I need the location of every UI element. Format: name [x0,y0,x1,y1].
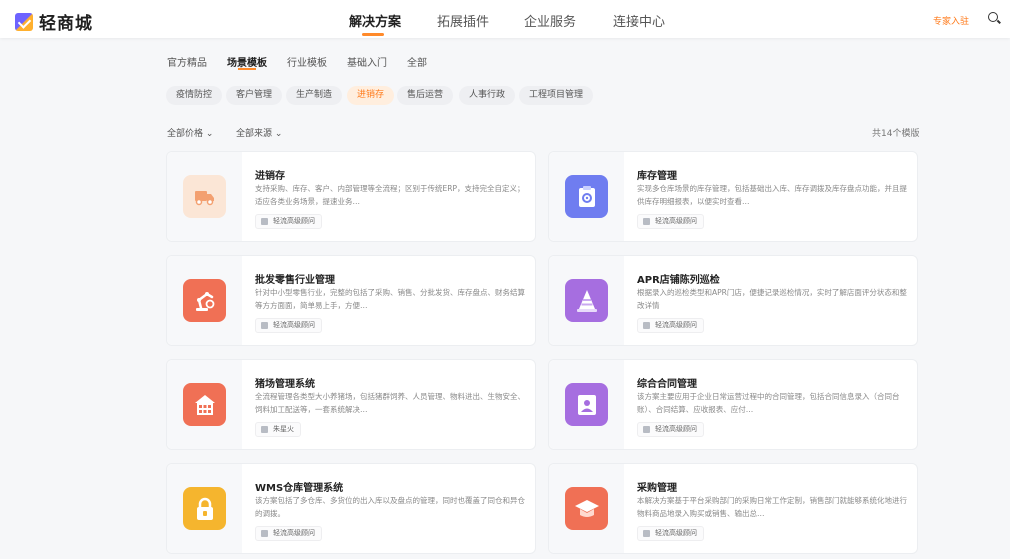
card-description: 支持采购、库存、客户、内部管理等全流程；区别于传统ERP，支持完全自定义；适应各… [255,184,525,206]
nav-plugins[interactable]: 拓展插件 [437,11,489,30]
nav-enterprise-services[interactable]: 企业服务 [524,11,576,30]
author-tag: 朱星火 [255,422,301,437]
tab-all[interactable]: 全部 [407,54,427,69]
chevron-down-icon: ⌄ [274,129,283,139]
card-icon-area [167,464,242,553]
author-tag: 轻流高级顾问 [255,526,322,541]
card-icon-area [167,360,242,449]
card-description: 该方案主要应用于企业日常运营过程中的合同管理，包括合同信息录入（合同台账）、合同… [637,392,900,414]
author-tag: 轻流高级顾问 [637,526,704,541]
tab-industry-templates[interactable]: 行业模板 [287,54,327,69]
card-title: WMS仓库管理系统 [255,483,344,494]
template-card[interactable]: 猪场管理系统 全流程管理各类型大小养猪场，包括猪群饲养、人员管理、物料进出、生物… [166,359,536,450]
building-icon [261,530,268,537]
building-icon [261,322,268,329]
chip-customer[interactable]: 客户管理 [226,86,283,105]
author-tag: 轻流高级顾问 [255,214,322,229]
template-card[interactable]: 进销存 支持采购、库存、客户、内部管理等全流程；区别于传统ERP，支持完全自定义… [166,151,536,242]
building-icon [261,218,268,225]
template-card[interactable]: 库存管理 实现多仓库场景的库存管理，包括基础出入库、库存调拨及库存盘点功能，并且… [548,151,918,242]
building-icon [643,218,650,225]
clipboard-icon [565,175,608,218]
author-name: 轻流高级顾问 [273,321,315,329]
card-title: 采购管理 [637,483,677,494]
card-icon-area [549,256,624,345]
template-card[interactable]: 批发零售行业管理 针对中小型零售行业，完整的包括了采购、销售、分批发货、库存盘点… [166,255,536,346]
template-card[interactable]: WMS仓库管理系统 该方案包括了多仓库、多货位的出入库以及盘点的管理，同时也覆盖… [166,463,536,554]
template-card[interactable]: 采购管理 本解决方案基于平台采购部门的采购日常工作定制，销售部门就能够系统化地进… [548,463,918,554]
template-count: 共14个模版 [872,129,920,139]
price-filter-dropdown[interactable]: 全部价格 ⌄ [167,126,213,139]
barn-icon [183,383,226,426]
author-name: 轻流高级顾问 [655,217,697,225]
author-name: 轻流高级顾问 [655,321,697,329]
tab-official[interactable]: 官方精品 [167,54,207,69]
card-title: 批发零售行业管理 [255,275,335,286]
chip-hr[interactable]: 人事行政 [459,86,516,105]
card-description: 该方案包括了多仓库、多货位的出入库以及盘点的管理，同时也覆盖了同仓和异仓的调拨。 [255,496,525,518]
expert-join-link[interactable]: 专家入驻 [933,14,969,27]
chip-epidemic[interactable]: 疫情防控 [166,86,223,105]
contract-icon [565,383,608,426]
search-icon[interactable] [988,12,1000,24]
chip-engineering[interactable]: 工程项目管理 [519,86,594,105]
card-title: APR店铺陈列巡检 [637,275,720,286]
card-title: 综合合同管理 [637,379,697,390]
card-title: 库存管理 [637,171,677,182]
card-icon-area [167,152,242,241]
chip-manufacturing[interactable]: 生产制造 [286,86,343,105]
robot-arm-icon [183,279,226,322]
template-card[interactable]: APR店铺陈列巡检 根据录入的巡检类型和APR门店，便捷记录巡检情况，实时了解店… [548,255,918,346]
source-filter-label: 全部来源 [236,129,273,139]
template-card[interactable]: 综合合同管理 该方案主要应用于企业日常运营过程中的合同管理，包括合同信息录入（合… [548,359,918,450]
card-description: 全流程管理各类型大小养猪场，包括猪群饲养、人员管理、物料进出、生物安全、饲料加工… [255,392,525,414]
chip-inventory[interactable]: 进销存 [347,86,395,105]
author-name: 轻流高级顾问 [655,425,697,433]
building-icon [643,322,650,329]
nav-solutions[interactable]: 解决方案 [349,11,401,30]
card-icon-area [167,256,242,345]
author-name: 朱星火 [273,425,294,433]
author-tag: 轻流高级顾问 [255,318,322,333]
source-filter-dropdown[interactable]: 全部来源 ⌄ [236,126,282,139]
lock-box-icon [183,487,226,530]
card-description: 实现多仓库场景的库存管理，包括基础出入库、库存调拨及库存盘点功能，并且提供库存明… [637,184,907,206]
chip-after-sales[interactable]: 售后运营 [397,86,454,105]
truck-icon [183,175,226,218]
price-filter-label: 全部价格 [167,129,204,139]
card-icon-area [549,152,624,241]
logo-icon [15,12,33,31]
building-icon [261,426,268,433]
card-description: 根据录入的巡检类型和APR门店，便捷记录巡检情况，实时了解店面评分状态和整改详情 [637,288,907,310]
author-tag: 轻流高级顾问 [637,318,704,333]
tab-basics[interactable]: 基础入门 [347,54,387,69]
tab-scene-templates[interactable]: 场景模板 [227,54,267,69]
logo-text: 轻商城 [39,14,93,34]
building-icon [643,530,650,537]
card-icon-area [549,360,624,449]
author-tag: 轻流高级顾问 [637,214,704,229]
card-description: 本解决方案基于平台采购部门的采购日常工作定制，销售部门就能够系统化地进行物料商品… [637,496,907,518]
author-name: 轻流高级顾问 [655,529,697,537]
author-name: 轻流高级顾问 [273,529,315,537]
card-icon-area [549,464,624,553]
author-name: 轻流高级顾问 [273,217,315,225]
card-title: 猪场管理系统 [255,379,315,390]
top-navigation-bar: 轻商城 解决方案 拓展插件 企业服务 连接中心 专家入驻 [0,0,1010,38]
building-icon [643,426,650,433]
chevron-down-icon: ⌄ [205,129,214,139]
tab-active-indicator [238,68,256,70]
card-description: 针对中小型零售行业，完整的包括了采购、销售、分批发货、库存盘点、财务结算等方方面… [255,288,525,310]
graduation-cap-icon [565,487,608,530]
cone-icon [565,279,608,322]
nav-active-indicator [362,33,384,36]
logo[interactable]: 轻商城 [15,9,93,34]
nav-connect-center[interactable]: 连接中心 [613,11,665,30]
author-tag: 轻流高级顾问 [637,422,704,437]
card-title: 进销存 [255,171,285,182]
